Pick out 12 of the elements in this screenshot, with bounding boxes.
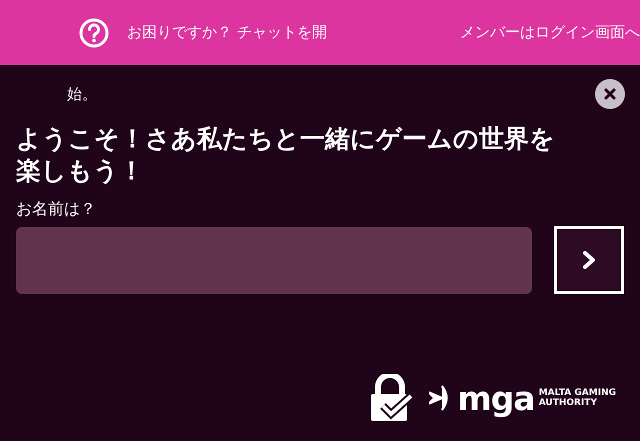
chat-link[interactable]: お困りですか？ チャットを開	[127, 23, 327, 42]
next-button[interactable]	[554, 226, 624, 294]
close-button[interactable]	[595, 79, 625, 109]
name-field[interactable]	[16, 226, 532, 294]
chat-link-continuation[interactable]: 始。	[67, 84, 97, 104]
help-icon[interactable]	[79, 18, 109, 48]
login-link[interactable]: メンバーはログイン画面へ	[460, 23, 640, 42]
welcome-heading: ようこそ！さあ私たちと一緒にゲームの世界を楽しもう！	[16, 123, 556, 187]
close-icon	[604, 88, 616, 100]
lock-check-icon	[369, 374, 416, 422]
chevron-right-icon	[581, 250, 597, 270]
name-label: お名前は？	[16, 199, 97, 220]
